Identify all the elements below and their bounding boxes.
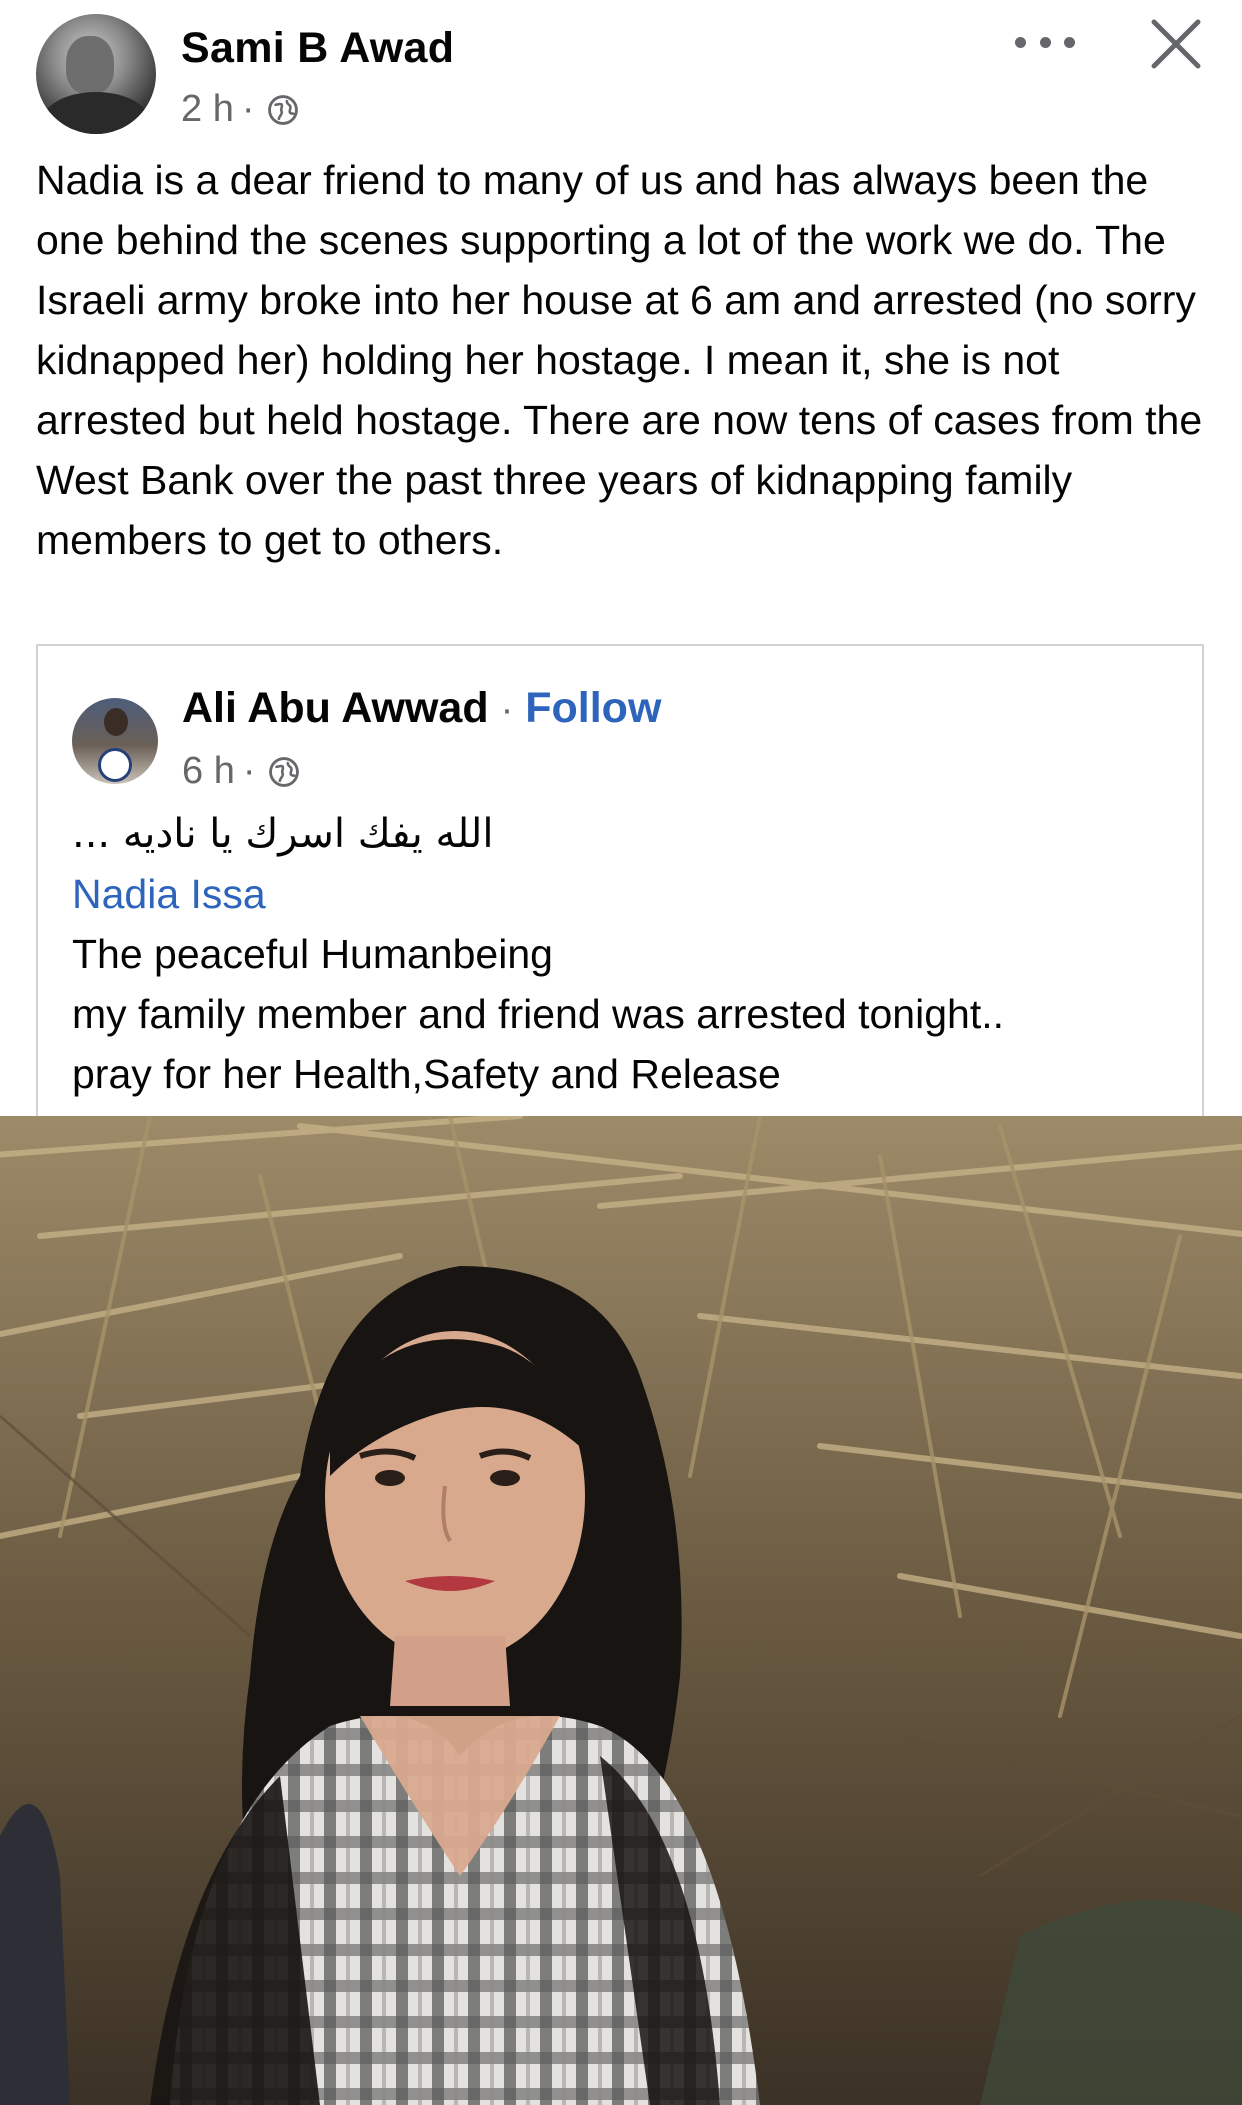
follow-button[interactable]: Follow (525, 684, 661, 733)
mention-link[interactable]: Nadia Issa (72, 864, 266, 924)
name-separator: · (500, 689, 514, 731)
more-dot (1064, 36, 1075, 48)
meta-dot: · (241, 88, 255, 130)
post-photo[interactable] (0, 1116, 1242, 2105)
shared-post-meta: 6 h · (182, 750, 301, 793)
more-dot (1015, 36, 1026, 48)
post-meta: 2 h · (181, 88, 300, 131)
avatar-face (66, 36, 114, 94)
author-avatar[interactable] (36, 14, 156, 134)
more-dot (1039, 36, 1051, 48)
avatar-face (104, 708, 128, 736)
avatar-shoulders (42, 92, 150, 134)
shared-author-row: Ali Abu Awwad · Follow (182, 684, 661, 733)
post-header: Sami B Awad 2 h · (0, 0, 1242, 150)
shared-arabic-text: الله يفك اسرك يا ناديه ... (72, 811, 494, 857)
shared-text-line: my family member and friend was arrested… (72, 991, 1004, 1037)
meta-dot: · (242, 750, 256, 792)
shared-author-avatar[interactable] (72, 698, 158, 784)
shared-post-card[interactable]: Ali Abu Awwad · Follow 6 h · الله يفك اس… (36, 644, 1204, 1124)
globe-icon (269, 756, 300, 787)
shared-text-line: The peaceful Humanbeing (72, 931, 553, 977)
close-icon[interactable] (1148, 16, 1204, 72)
more-horizontal-icon[interactable] (1015, 22, 1075, 62)
post-time[interactable]: 2 h (181, 88, 234, 131)
shared-author-name[interactable]: Ali Abu Awwad (182, 684, 489, 733)
shared-text-line: pray for her Health,Safety and Release (72, 1051, 781, 1097)
shared-post-time[interactable]: 6 h (182, 750, 235, 793)
globe-icon (268, 94, 299, 125)
photo-illustration (0, 1116, 1242, 2105)
avatar-seal (98, 748, 132, 782)
author-name[interactable]: Sami B Awad (181, 24, 454, 73)
post-body-text: Nadia is a dear friend to many of us and… (36, 157, 1203, 563)
